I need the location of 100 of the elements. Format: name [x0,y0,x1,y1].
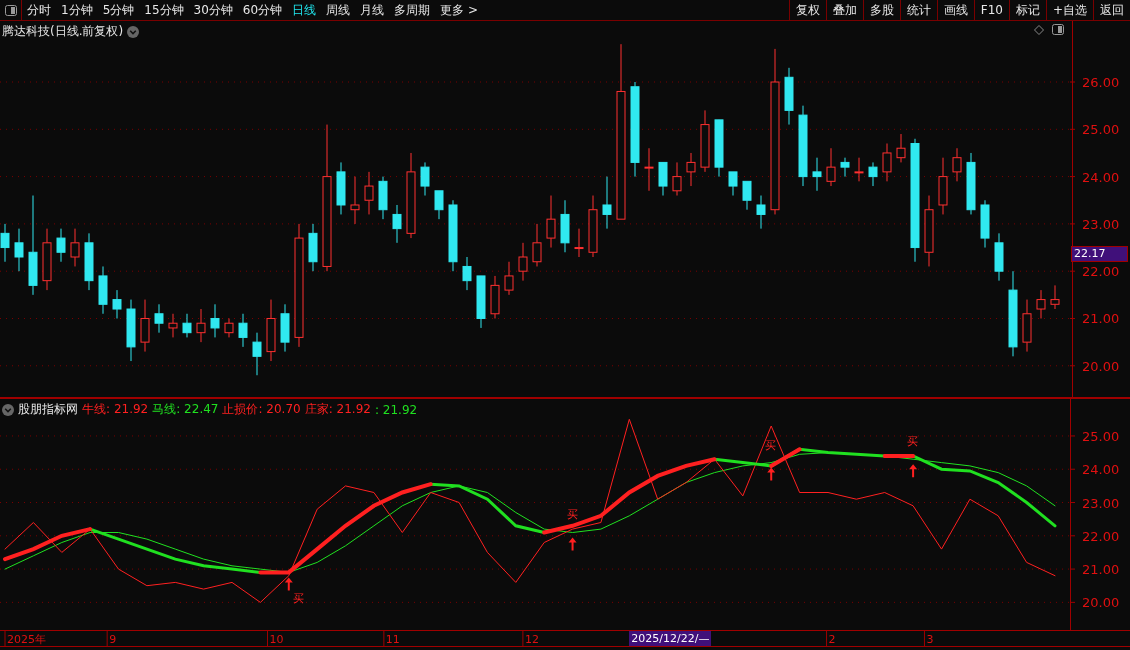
candlestick [882,143,892,182]
candlestick [56,228,66,263]
candlestick [644,147,654,192]
buy-signal: 买 [765,438,777,452]
axis-label: 25.00 [1082,122,1120,138]
candlestick [420,161,430,196]
panel-toggle-icon[interactable] [1052,24,1064,35]
dropdown-icon[interactable] [127,25,140,38]
collapse-icon[interactable] [2,403,14,416]
candlestick [98,265,108,315]
candlestick [1022,299,1032,353]
candlestick [686,152,696,187]
candlestick [588,195,598,258]
axis-label: 24.00 [1082,169,1120,185]
candlestick [140,299,150,353]
candlestick [574,228,584,258]
candlestick [266,299,276,362]
period-tab[interactable]: 15分钟 [139,0,189,20]
up-arrow-icon [909,464,918,478]
panel-toggle-icon[interactable] [4,4,17,16]
candlestick [462,256,472,291]
chart-title: 腾达科技(日线.前复权) [2,23,124,40]
candlestick [812,157,822,192]
indicator-readout: : 21.92 [374,402,418,417]
date-label: 11 [385,633,400,646]
candlestick [980,199,990,249]
candlestick [854,157,864,182]
up-arrow-icon [767,467,776,481]
buy-signal: 买 [907,435,919,449]
period-tab[interactable]: 月线 [355,0,390,20]
buy-signal: 买 [292,592,304,606]
period-tab[interactable]: 更多 > [435,0,483,20]
candlestick [476,275,486,329]
candlestick [994,232,1004,282]
indicator-readout: 庄家: 21.92 [304,401,371,418]
candlestick [714,119,724,178]
candlestick [924,195,934,267]
candlestick [938,157,948,215]
candlestick [182,313,192,338]
up-arrow-icon [568,537,577,551]
candlestick [392,204,402,244]
candlestick [224,318,234,338]
axis-label: 23.00 [1082,216,1120,232]
candlestick [126,299,136,362]
candlestick [1036,289,1046,319]
candlestick [896,133,906,163]
period-tab[interactable]: 多周期 [389,0,436,20]
candlestick [42,228,52,291]
candlestick [14,228,24,272]
candlestick [84,232,94,291]
period-tab[interactable]: 日线 [287,0,322,20]
candlestick [168,313,178,338]
candlestick [966,152,976,215]
candlestick [336,161,346,215]
candlestick [112,289,122,319]
candlestick [672,161,682,196]
axis-label: 26.00 [1082,75,1120,90]
period-tab[interactable]: 分时 [22,0,56,20]
candlestick [350,176,360,225]
period-tab[interactable]: 30分钟 [188,0,238,20]
candlestick [868,161,878,187]
buy-signal: 买 [566,508,578,522]
axis-label: 24.00 [1082,462,1120,478]
period-tab[interactable]: 1分钟 [56,0,98,20]
candlestick [308,223,318,272]
candlestick [700,109,710,173]
axis-label: 20.00 [1082,358,1120,374]
candlestick [434,190,444,220]
date-label: 12 [524,633,539,646]
axis-label: 21.00 [1082,311,1120,327]
cursor-date: 2025/12/22/— [629,631,712,646]
candlestick [742,180,752,211]
candlestick [70,228,80,267]
candlestick [378,176,388,220]
date-label: 2 [828,633,836,646]
axis-label: 22.00 [1082,528,1120,544]
candlestick [196,308,206,343]
date-label: 10 [269,633,284,646]
up-arrow-icon [284,577,293,591]
last-price-tag: 22.17 [1071,246,1128,263]
candlestick [504,261,514,296]
candlestick [602,176,612,230]
candlestick [210,303,220,338]
axis-label: 23.00 [1082,495,1120,511]
period-tab[interactable]: 周线 [321,0,356,20]
indicator-readout: 牛线: 21.92 [82,401,149,418]
period-tab[interactable]: 5分钟 [97,0,140,20]
axis-label: 21.00 [1082,562,1120,578]
axis-label: 20.00 [1082,595,1120,611]
period-tab[interactable]: 60分钟 [237,0,288,20]
candlestick [840,157,850,178]
indicator-name: 股朋指标网 [18,401,78,418]
candlestick [238,313,248,348]
date-label: 9 [109,633,117,646]
candlestick [826,147,836,187]
candlestick [728,171,738,196]
candlestick [364,171,374,215]
date-label: 2025年 [7,633,46,646]
candlestick [518,242,528,282]
candlestick [490,275,500,319]
